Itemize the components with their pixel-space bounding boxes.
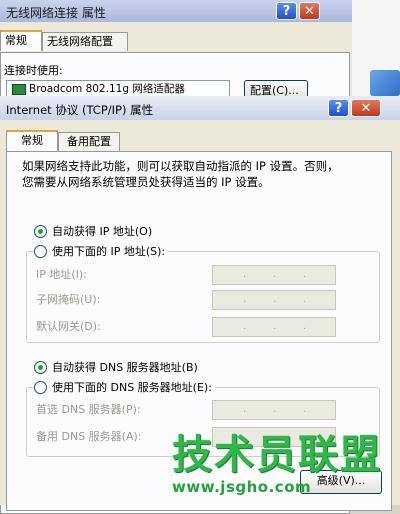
manual-ip-radio[interactable]: 使用下面的 IP 地址(S): <box>34 243 169 259</box>
connect-using-label: 连接时使用: <box>4 64 63 77</box>
manual-ip-label: 使用下面的 IP 地址(S): <box>52 245 166 258</box>
dialog-description: 如果网络支持此功能，则可以获取自动指派的 IP 设置。否则， 您需要从网络系统管… <box>22 158 382 190</box>
auto-ip-label: 自动获得 IP 地址(O) <box>52 225 153 238</box>
back-tab-general[interactable]: 常规 <box>0 30 42 51</box>
radio-selected-icon <box>34 224 47 238</box>
radio-selected-icon <box>34 360 47 374</box>
default-gateway-field[interactable]: ... <box>212 317 336 337</box>
default-gateway-label: 默认网关(D): <box>36 320 101 333</box>
dialog-title: Internet 协议 (TCP/IP) 属性 <box>6 103 154 117</box>
adapter-name: Broadcom 802.11g 网络适配器 <box>29 83 185 95</box>
back-tab-wireless-config[interactable]: 无线网络配置 <box>42 32 128 51</box>
ip-address-label: IP 地址(I): <box>36 268 87 281</box>
auto-dns-label: 自动获得 DNS 服务器地址(B) <box>52 361 198 374</box>
manual-dns-label: 使用下面的 DNS 服务器地址(E): <box>52 381 212 394</box>
description-line-2: 您需要从网络系统管理员处获得适当的 IP 设置。 <box>22 175 270 189</box>
preferred-dns-field[interactable]: ... <box>212 400 336 420</box>
ip-address-field[interactable]: ... <box>212 265 336 285</box>
radio-unselected-icon <box>34 380 47 394</box>
auto-dns-radio[interactable]: 自动获得 DNS 服务器地址(B) <box>34 359 198 375</box>
back-window-title: 无线网络连接 属性 <box>6 6 106 20</box>
back-window-caption-buttons: ? ✕ <box>276 2 320 20</box>
tab-alternate-config[interactable]: 备用配置 <box>58 132 120 151</box>
watermark-brand: 技术员联盟 <box>172 432 382 478</box>
subnet-mask-field[interactable]: ... <box>212 290 336 310</box>
site-watermark: 技术员联盟 www.jsgho.com <box>172 433 380 505</box>
watermark-url: www.jsgho.com <box>172 478 312 496</box>
radio-unselected-icon <box>34 244 47 258</box>
preferred-dns-label: 首选 DNS 服务器(P): <box>36 403 141 416</box>
dialog-caption-buttons: ? ✕ <box>328 99 381 117</box>
tab-general[interactable]: 常规 <box>6 130 58 151</box>
back-help-button[interactable]: ? <box>276 2 297 20</box>
dialog-close-button[interactable]: ✕ <box>351 99 381 117</box>
auto-ip-radio[interactable]: 自动获得 IP 地址(O) <box>34 223 152 239</box>
dialog-help-button[interactable]: ? <box>328 99 349 117</box>
manual-dns-radio[interactable]: 使用下面的 DNS 服务器地址(E): <box>34 379 215 395</box>
description-line-1: 如果网络支持此功能，则可以获取自动指派的 IP 设置。否则， <box>22 159 339 173</box>
alternate-dns-label: 备用 DNS 服务器(A): <box>36 430 142 443</box>
back-close-button[interactable]: ✕ <box>299 2 320 20</box>
network-connection-icon <box>370 70 400 96</box>
subnet-mask-label: 子网掩码(U): <box>36 293 101 306</box>
network-card-icon <box>12 84 26 95</box>
